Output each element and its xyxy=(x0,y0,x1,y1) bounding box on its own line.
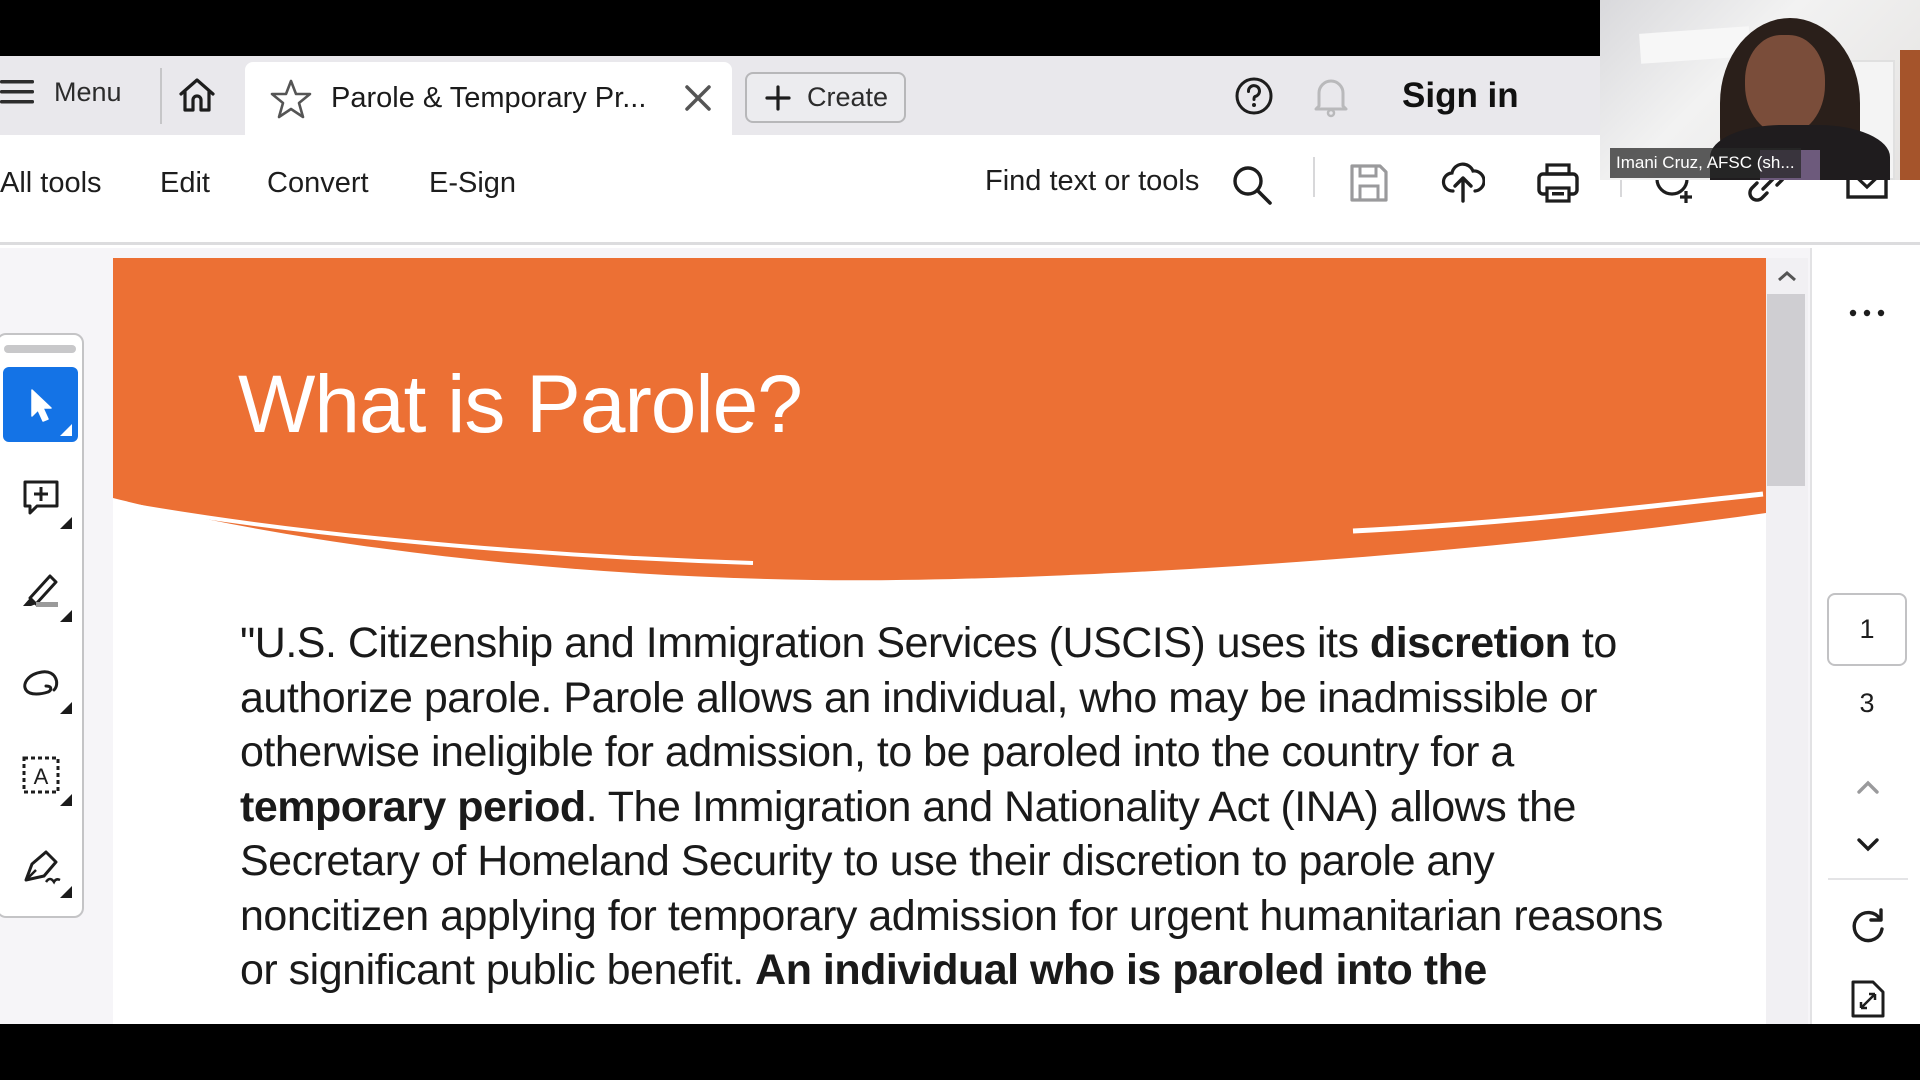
add-comment-tool-button[interactable] xyxy=(3,460,78,535)
total-pages: 3 xyxy=(1859,688,1875,718)
menu-label: Menu xyxy=(54,76,122,107)
menu-button[interactable]: Menu xyxy=(0,70,122,114)
star-icon[interactable] xyxy=(269,77,313,121)
previous-page-icon[interactable] xyxy=(1847,766,1889,808)
hamburger-icon xyxy=(0,80,34,104)
freehand-draw-icon xyxy=(22,669,58,695)
highlight-tool-button[interactable] xyxy=(3,553,78,628)
next-page-icon[interactable] xyxy=(1847,823,1889,865)
submenu-indicator xyxy=(60,702,72,714)
pdf-page: What is Parole? "U.S. Citizenship and Im… xyxy=(113,258,1766,1024)
draw-tool-button[interactable] xyxy=(3,645,78,720)
submenu-indicator xyxy=(60,610,72,622)
all-tools-link[interactable]: All tools xyxy=(0,167,102,200)
svg-text:A: A xyxy=(33,764,48,789)
scroll-up-button[interactable] xyxy=(1766,258,1808,294)
bold-text-segment: An individual who is paroled into the xyxy=(755,946,1487,994)
submenu-indicator xyxy=(60,794,72,806)
more-options-icon[interactable] xyxy=(1842,298,1892,328)
chevron-up-icon xyxy=(1778,271,1796,282)
highlighter-icon xyxy=(22,574,58,607)
bold-text-segment: discretion xyxy=(1369,619,1571,667)
cloud-upload-icon[interactable] xyxy=(1441,159,1485,203)
screen: Menu Parole & Temporary Pr... Create Sig… xyxy=(0,0,1920,1080)
divider xyxy=(1828,878,1908,880)
quick-tools-rail: A xyxy=(0,333,84,918)
search-icon[interactable] xyxy=(1230,163,1274,207)
participant-face xyxy=(1745,35,1825,135)
document-title: What is Parole? xyxy=(238,359,803,450)
close-tab-icon[interactable] xyxy=(682,82,714,114)
convert-link[interactable]: Convert xyxy=(267,167,369,200)
tab-document[interactable]: Parole & Temporary Pr... xyxy=(245,62,732,135)
fountain-pen-icon xyxy=(24,850,61,884)
divider xyxy=(160,68,162,124)
edit-link[interactable]: Edit xyxy=(160,167,210,200)
comment-plus-icon xyxy=(23,480,58,514)
home-button[interactable] xyxy=(176,74,218,116)
e-sign-link[interactable]: E-Sign xyxy=(429,167,516,200)
find-text-or-tools[interactable]: Find text or tools xyxy=(985,165,1199,198)
background-clothing xyxy=(1900,50,1920,180)
plus-icon xyxy=(765,84,791,111)
select-tool-button[interactable] xyxy=(3,367,78,442)
sign-tool-button[interactable] xyxy=(3,829,78,904)
pdf-viewer-app: Menu Parole & Temporary Pr... Create Sig… xyxy=(0,56,1920,1024)
tab-title: Parole & Temporary Pr... xyxy=(331,82,647,114)
text-recognition-tool-button[interactable]: A xyxy=(3,737,78,812)
save-icon[interactable] xyxy=(1347,161,1391,205)
vertical-scrollbar[interactable] xyxy=(1766,258,1808,1024)
text-box-icon: A xyxy=(22,756,59,793)
scroll-thumb[interactable] xyxy=(1767,294,1805,486)
rail-drag-handle[interactable] xyxy=(4,345,76,353)
bold-text-segment: temporary period xyxy=(240,782,586,831)
document-viewport: A What is Parole? "U.S. Citizenship and … xyxy=(0,248,1920,1024)
cursor-arrow-icon xyxy=(30,388,52,422)
rotate-refresh-icon[interactable] xyxy=(1847,905,1889,947)
document-body-text: "U.S. Citizenship and Immigration Servic… xyxy=(240,616,1690,998)
divider xyxy=(1313,157,1315,197)
home-icon xyxy=(179,78,215,112)
create-button[interactable]: Create xyxy=(745,72,906,123)
print-icon[interactable] xyxy=(1536,161,1580,205)
create-label: Create xyxy=(807,82,889,112)
submenu-indicator xyxy=(60,886,72,898)
submenu-indicator xyxy=(60,424,72,436)
submenu-indicator xyxy=(60,517,72,529)
help-icon[interactable] xyxy=(1234,76,1274,116)
participant-name-label: Imani Cruz, AFSC (sh... xyxy=(1610,148,1801,178)
current-page-input[interactable]: 1 xyxy=(1827,593,1907,666)
fit-page-icon[interactable] xyxy=(1847,978,1889,1020)
page-navigation-rail: 1 3 xyxy=(1810,248,1920,1024)
sign-in-button[interactable]: Sign in xyxy=(1402,76,1519,116)
webcam-video-overlay: Imani Cruz, AFSC (sh... xyxy=(1600,0,1920,180)
text-segment: "U.S. Citizenship and Immigration Servic… xyxy=(240,619,1370,667)
notification-bell-icon[interactable] xyxy=(1311,74,1351,118)
